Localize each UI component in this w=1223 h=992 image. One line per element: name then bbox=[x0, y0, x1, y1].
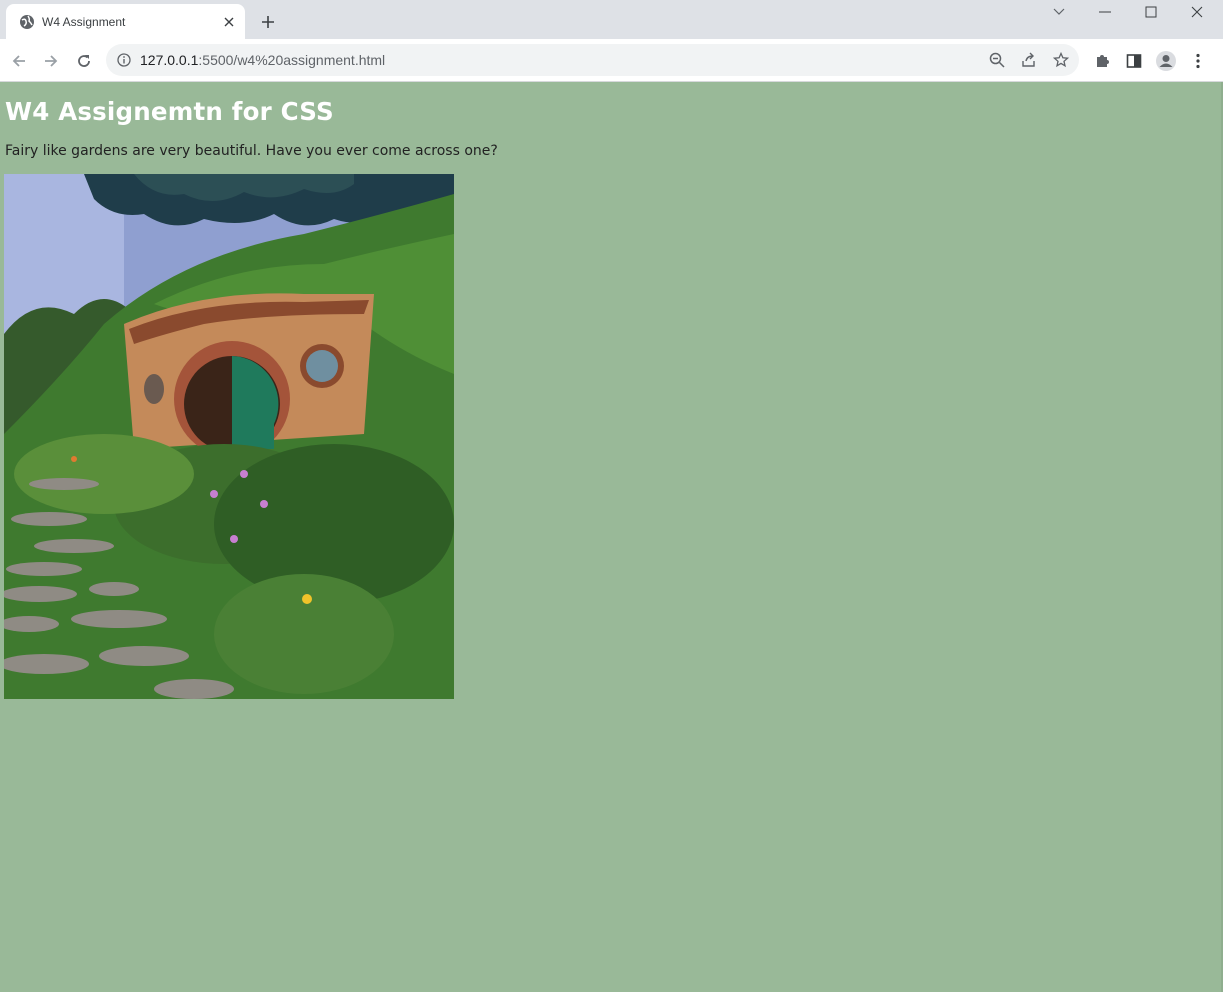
hobbit-hole-image bbox=[0, 174, 454, 699]
side-panel-icon[interactable] bbox=[1122, 49, 1146, 73]
globe-icon bbox=[19, 14, 35, 30]
page-heading: W4 Assignemtn for CSS bbox=[5, 97, 334, 126]
minimize-icon[interactable] bbox=[1082, 0, 1128, 24]
back-arrow-icon[interactable] bbox=[5, 47, 33, 75]
tab-title: W4 Assignment bbox=[42, 14, 126, 29]
chevron-down-icon[interactable] bbox=[1036, 0, 1082, 24]
close-icon[interactable] bbox=[219, 12, 239, 32]
info-icon[interactable] bbox=[116, 52, 132, 68]
browser-tab[interactable]: W4 Assignment bbox=[6, 4, 245, 39]
url-host: 127.0.0.1 bbox=[140, 52, 199, 68]
extensions-icon[interactable] bbox=[1090, 49, 1114, 73]
forward-arrow-icon[interactable] bbox=[37, 47, 65, 75]
plus-icon[interactable] bbox=[256, 10, 280, 34]
browser-chrome: W4 Assignment 127.0.0.1:5500/w4%20assign… bbox=[0, 0, 1223, 82]
page-body: W4 Assignemtn for CSS Fairy like gardens… bbox=[0, 82, 1223, 992]
share-icon[interactable] bbox=[1019, 50, 1039, 70]
url-path: :5500/w4%20assignment.html bbox=[198, 52, 386, 68]
star-icon[interactable] bbox=[1051, 50, 1071, 70]
browser-toolbar: 127.0.0.1:5500/w4%20assignment.html bbox=[0, 39, 1223, 82]
tab-strip: W4 Assignment bbox=[0, 0, 1223, 39]
zoom-icon[interactable] bbox=[987, 50, 1007, 70]
url-text[interactable]: 127.0.0.1:5500/w4%20assignment.html bbox=[140, 44, 385, 76]
profile-icon[interactable] bbox=[1154, 49, 1178, 73]
page-paragraph: Fairy like gardens are very beautiful. H… bbox=[5, 143, 498, 159]
reload-icon[interactable] bbox=[70, 47, 98, 75]
maximize-icon[interactable] bbox=[1128, 0, 1174, 24]
kebab-menu-icon[interactable] bbox=[1186, 49, 1210, 73]
close-window-icon[interactable] bbox=[1174, 0, 1220, 24]
address-bar[interactable]: 127.0.0.1:5500/w4%20assignment.html bbox=[106, 44, 1079, 76]
